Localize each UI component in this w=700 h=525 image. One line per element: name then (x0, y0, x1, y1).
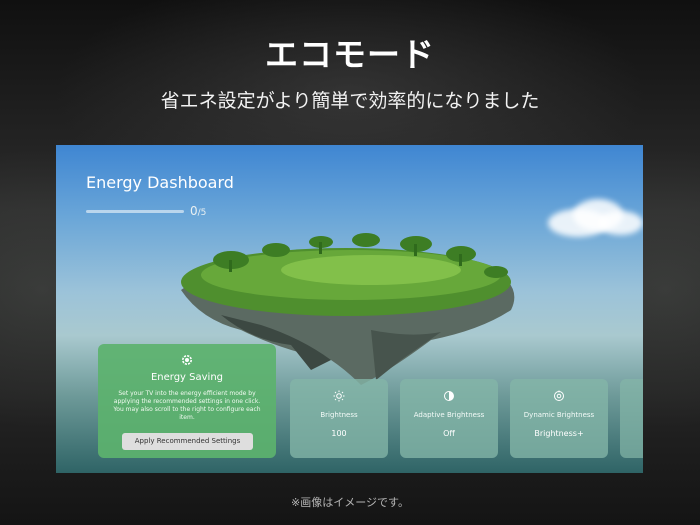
setting-label: Adaptive Brightness (413, 411, 485, 419)
apply-recommended-settings-button[interactable]: Apply Recommended Settings (122, 433, 253, 450)
energy-saving-description: Set your TV into the energy efficient mo… (113, 390, 261, 421)
dynamic-brightness-icon (554, 390, 564, 401)
progress-total: /5 (197, 208, 207, 218)
setting-card-adaptive-brightness[interactable]: Adaptive Brightness Off (400, 379, 498, 458)
tv-screen: Energy Dashboard 0/5 Energy Saving Set y… (56, 145, 643, 473)
sun-icon (333, 390, 345, 402)
setting-value: Brightness+ (534, 429, 584, 438)
setting-value: 100 (331, 429, 347, 438)
energy-saving-title: Energy Saving (150, 372, 224, 383)
setting-value: Off (443, 429, 455, 438)
dashboard-title: Energy Dashboard (86, 173, 234, 192)
adaptive-brightness-icon (444, 391, 454, 401)
progress-current: 0 (190, 204, 198, 218)
setting-card-brightness[interactable]: Brightness 100 (290, 379, 388, 458)
page-subheading: 省エネ設定がより簡単で効率的になりました (160, 90, 540, 112)
setting-label: Dynamic Brightness (523, 411, 595, 419)
energy-saving-card[interactable]: Energy Saving Set your TV into the energ… (98, 344, 276, 458)
page-heading: エコモード (265, 35, 435, 74)
setting-card-next[interactable] (620, 379, 643, 458)
progress-count: 0/5 (190, 204, 206, 218)
image-disclaimer: ※画像はイメージです。 (291, 496, 409, 509)
setting-label: Brightness (320, 411, 358, 419)
progress-bar (86, 210, 184, 213)
cloud-image (538, 195, 643, 245)
setting-card-dynamic-brightness[interactable]: Dynamic Brightness Brightness+ (510, 379, 608, 458)
leaf-gear-icon (182, 355, 192, 365)
